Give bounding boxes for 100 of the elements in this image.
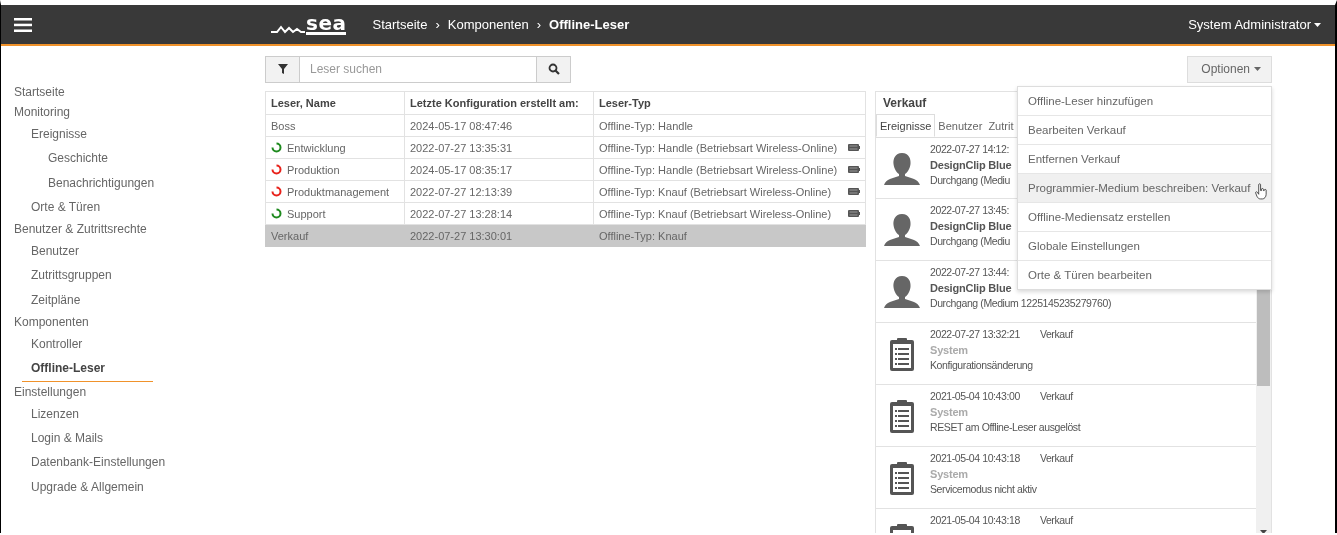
event-item[interactable]: 2021-05-04 10:43:00 Verkauf System RESET am Offline-Leser ausgelöst <box>876 385 1256 447</box>
event-source: DesignClip Blue <box>930 280 1012 296</box>
tab[interactable]: Benutzer <box>935 114 986 137</box>
filter-button[interactable] <box>266 56 300 82</box>
event-description: Durchgang (Medium 1225145235279760) <box>930 296 1111 311</box>
event-source: DesignClip Blue <box>930 157 1012 173</box>
sidebar-item[interactable]: Orte & Türen <box>31 194 101 220</box>
event-source: DesignClip Blue <box>930 218 1012 234</box>
user-menu[interactable]: System Administrator <box>1188 17 1321 32</box>
table-cell: 2022-07-27 13:35:31 <box>404 136 594 159</box>
event-time: 2022-07-27 13:44: <box>930 265 1010 280</box>
table-cell: Offline-Typ: Knauf <box>599 229 687 242</box>
column-header: Leser, Name <box>265 91 405 115</box>
table-cell: Produktmanagement <box>287 185 390 198</box>
sidebar-item[interactable]: Startseite <box>14 82 65 102</box>
sidebar-item[interactable]: Ereignisse <box>31 122 88 147</box>
table-cell: 2024-05-17 08:47:46 <box>404 114 594 137</box>
search-icon <box>547 63 560 75</box>
table-cell: Boss <box>271 119 296 132</box>
event-place: Verkauf <box>1039 327 1073 342</box>
table-row[interactable]: Entwicklung 2022-07-27 13:35:31 Offline-Typ: Handle (Betriebsart Wireless-Online) <box>265 136 866 159</box>
table-cell: Offline-Typ: Knauf (Betriebsart Wireless-Online) <box>599 185 832 198</box>
menu-item[interactable]: Offline-Mediensatz erstellen <box>1018 203 1271 232</box>
tab[interactable]: Zutrit <box>985 114 1017 137</box>
table-cell: 2022-07-27 13:28:14 <box>404 202 594 225</box>
wave-icon <box>271 24 305 34</box>
sidebar-item[interactable]: Einstellungen <box>14 381 87 402</box>
event-time: 2021-05-04 10:43:18 <box>930 513 1020 528</box>
breadcrumb-separator: › <box>435 17 440 32</box>
event-description: Konfigurationsänderung <box>930 358 1033 373</box>
table-cell: Support <box>287 207 326 220</box>
event-description: RESET am Offline-Leser ausgelöst <box>930 420 1081 435</box>
table-row[interactable]: Produktion 2024-05-17 08:35:17 Offline-Typ: Handle (Betriebsart Wireless-Online) <box>265 158 866 181</box>
sidebar-item[interactable]: Benachrichtigungen <box>48 170 155 195</box>
tab[interactable]: Ereignisse <box>876 114 936 137</box>
breadcrumb-separator: › <box>536 17 542 32</box>
sidebar-item[interactable]: Datenbank-Einstellungen <box>31 450 166 475</box>
sidebar-item[interactable]: Zutrittsgruppen <box>31 263 112 288</box>
table-cell: 2022-07-27 13:30:01 <box>404 224 594 247</box>
event-item[interactable]: 2021-05-04 10:43:18 Verkauf System Servicemodus nicht aktiv <box>876 447 1256 509</box>
options-button[interactable]: Optionen <box>1187 55 1272 83</box>
panel-title: Verkauf <box>883 95 927 112</box>
column-header: Letzte Konfiguration erstellt am: <box>404 91 594 115</box>
sidebar-item[interactable]: Monitoring <box>14 102 71 122</box>
breadcrumb-item[interactable]: Startseite <box>372 17 428 32</box>
menu-item[interactable]: Programmier-Medium beschreiben: Verkauf <box>1018 174 1271 203</box>
sidebar-item[interactable]: Zeitpläne <box>31 287 81 313</box>
event-time: 2022-07-27 13:32:21 <box>930 327 1020 342</box>
event-time: 2022-07-27 13:45: <box>930 203 1010 218</box>
menu-item[interactable]: Globale Einstellungen <box>1018 232 1271 261</box>
table-row[interactable]: Produktmanagement 2022-07-27 12:13:39 Offline-Typ: Knauf (Betriebsart Wireless-Online) <box>265 180 866 203</box>
sidebar-item[interactable]: Benutzer & Zutrittsrechte <box>14 219 147 240</box>
sidebar-item[interactable]: Upgrade & Allgemein <box>31 474 144 499</box>
search-bar[interactable]: Leser suchen <box>265 55 571 83</box>
event-source: System <box>930 466 968 482</box>
event-time: 2022-07-27 14:12: <box>930 142 1010 157</box>
sidebar-item[interactable]: Login & Mails <box>31 425 104 451</box>
table-cell: Verkauf <box>271 229 309 242</box>
event-place: Verkauf <box>1039 513 1073 528</box>
event-place: Verkauf <box>1039 389 1073 404</box>
event-source: System <box>930 342 968 358</box>
event-item[interactable]: 2022-07-27 13:32:21 Verkauf System Konfigurationsänderung <box>876 323 1256 385</box>
event-time: 2021-05-04 10:43:18 <box>930 451 1020 466</box>
person-icon <box>882 274 922 310</box>
table-cell: 2024-05-17 08:35:17 <box>404 158 594 181</box>
sidebar-item[interactable]: Geschichte <box>48 146 109 171</box>
column-header: Leser-Typ <box>593 91 866 115</box>
table-cell: Produktion <box>287 163 340 176</box>
table-row[interactable]: Verkauf 2022-07-27 13:30:01 Offline-Typ: Knauf <box>265 224 866 247</box>
person-icon <box>882 212 922 248</box>
caret-icon <box>1314 22 1321 27</box>
event-source: System <box>930 404 968 420</box>
breadcrumb-item[interactable]: Komponenten <box>447 17 529 32</box>
menu-item[interactable]: Bearbeiten Verkauf <box>1018 116 1271 145</box>
event-description: Servicemodus nicht aktiv <box>930 482 1037 497</box>
sidebar-item[interactable]: Benutzer <box>31 239 80 264</box>
sidebar-item[interactable]: Komponenten <box>14 312 89 333</box>
event-description: Durchgang (Mediu <box>930 234 1010 249</box>
sidebar-item[interactable]: Lizenzen <box>31 401 80 426</box>
table-row[interactable]: Boss 2024-05-17 08:47:46 Offline-Typ: Handle <box>265 114 866 137</box>
table-cell: Offline-Typ: Handle (Betriebsart Wireless-Online) <box>599 163 838 176</box>
table-cell: Offline-Typ: Handle (Betriebsart Wireless-Online) <box>599 141 838 154</box>
table-row[interactable]: Support 2022-07-27 13:28:14 Offline-Typ: Knauf (Betriebsart Wireless-Online) <box>265 202 866 225</box>
logo-text: sea <box>306 14 347 35</box>
event-time: 2021-05-04 10:43:00 <box>930 389 1020 404</box>
table-cell: 2022-07-27 12:13:39 <box>404 180 594 203</box>
filter-icon <box>277 64 288 74</box>
search-button[interactable] <box>536 56 570 82</box>
person-icon <box>882 151 922 187</box>
breadcrumb-item: Offline-Leser <box>549 17 630 32</box>
menu-item[interactable]: Offline-Leser hinzufügen <box>1018 87 1271 116</box>
menu-icon[interactable] <box>14 17 32 32</box>
sidebar-item[interactable]: Offline-Leser <box>22 356 153 382</box>
event-place: Verkauf <box>1039 451 1073 466</box>
table-cell: Offline-Typ: Handle <box>599 119 693 132</box>
sidebar-item[interactable]: Kontroller <box>31 332 83 357</box>
hand-cursor-icon <box>1255 183 1268 200</box>
caret-icon <box>1254 67 1261 71</box>
event-description: Durchgang (Mediu <box>930 173 1010 188</box>
table-cell: Offline-Typ: Knauf (Betriebsart Wireless-Online) <box>599 207 832 220</box>
